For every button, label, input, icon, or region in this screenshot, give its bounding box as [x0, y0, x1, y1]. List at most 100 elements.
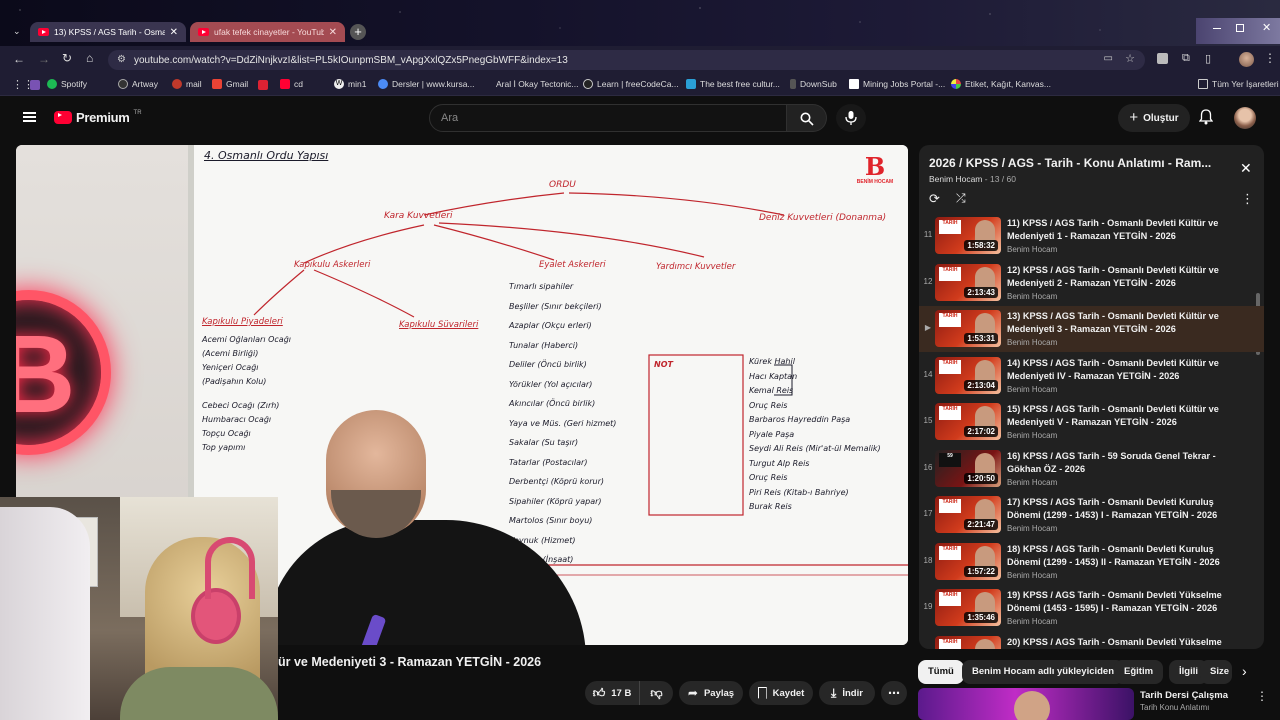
microphone-icon: [845, 111, 857, 125]
search-button[interactable]: [787, 104, 827, 132]
playlist-item[interactable]: 12 TARİH 2:13:43 12) KPSS / AGS Tarih - O…: [919, 260, 1264, 306]
video-thumbnail[interactable]: TARİH 2:21:47: [935, 496, 1001, 533]
board-yardimci: Yardımcı Kuvvetler: [656, 262, 736, 272]
playlist-item[interactable]: 15 TARİH 2:17:02 15) KPSS / AGS Tarih - O…: [919, 399, 1264, 445]
all-bookmarks-folder[interactable]: Tüm Yer İşaretleri: [1198, 79, 1279, 89]
chip-uploader[interactable]: Benim Hocam adlı yükleyiciden: [962, 660, 1125, 684]
bookmark-item[interactable]: cd: [280, 79, 303, 89]
forward-icon[interactable]: →: [38, 52, 50, 66]
hamburger-menu-icon[interactable]: [23, 112, 36, 122]
playlist-item[interactable]: 17 TARİH 2:21:47 17) KPSS / AGS Tarih - O…: [919, 492, 1264, 538]
playlist-more-icon[interactable]: ⋮: [1241, 191, 1254, 207]
profile-avatar[interactable]: [1239, 52, 1254, 67]
share-button[interactable]: ➦ Paylaş: [679, 681, 743, 705]
video-thumbnail[interactable]: TARİH: [935, 635, 1001, 649]
playlist-item[interactable]: 19 TARİH 1:35:46 19) KPSS / AGS Tarih - O…: [919, 585, 1264, 631]
headphones: [195, 592, 237, 640]
loop-icon[interactable]: ⟳: [929, 191, 940, 207]
avatar[interactable]: [1234, 107, 1256, 129]
playlist-item[interactable]: 20 TARİH 20) KPSS / AGS Tarih - Osmanlı …: [919, 632, 1264, 649]
puzzle-icon[interactable]: ⧉: [1182, 52, 1190, 65]
tumblr-icon: [258, 80, 268, 90]
youtube-logo[interactable]: Premium TR: [54, 110, 142, 125]
tab-search-icon[interactable]: ⌄: [13, 27, 23, 36]
chip-all[interactable]: Tümü: [918, 660, 964, 684]
close-icon[interactable]: ✕: [170, 27, 178, 38]
chip-education[interactable]: Eğitim: [1114, 660, 1164, 684]
playlist-item[interactable]: 14 TARİH 2:13:04 14) KPSS / AGS Tarih - O…: [919, 353, 1264, 399]
bookmark-item[interactable]: Gmail: [212, 79, 248, 89]
video-thumbnail[interactable]: TARİH 1:57:22: [935, 542, 1001, 580]
tab-inactive-label: ufak tefek cinayetler - YouTube: [214, 27, 324, 37]
bookmark-item[interactable]: Aral İ Okay Tectonic...: [496, 79, 579, 89]
bookmark-item[interactable]: Artway: [118, 79, 158, 89]
video-thumbnail[interactable]: TARİH 1:53:31: [935, 310, 1001, 347]
video-thumbnail[interactable]: 59 1:20:50: [935, 449, 1001, 487]
playlist-item[interactable]: 11 TARİH 1:58:32 11) KPSS / AGS Tarih - O…: [919, 213, 1264, 259]
tab-inactive[interactable]: ufak tefek cinayetler - YouTube ✕: [190, 22, 345, 42]
install-app-icon[interactable]: ▭: [1104, 53, 1113, 64]
chevron-right-icon[interactable]: ›: [1242, 663, 1247, 679]
board-kara: Kara Kuvvetleri: [384, 211, 453, 221]
notifications-bell-icon[interactable]: [1198, 109, 1214, 125]
plus-icon: +: [1129, 109, 1139, 126]
bookmark-star-icon[interactable]: ☆: [1125, 52, 1135, 65]
chip-for-you[interactable]: Size: [1200, 660, 1232, 684]
neon-b: B: [16, 313, 76, 436]
close-playlist-icon[interactable]: ✕: [1240, 160, 1252, 177]
save-label: Kaydet: [772, 687, 805, 699]
artway-icon: [118, 79, 128, 89]
home-icon[interactable]: ⌂: [86, 51, 93, 65]
reload-icon[interactable]: ↻: [62, 51, 72, 65]
url-field[interactable]: ⚙ youtube.com/watch?v=DdZiNnjkvzI&list=P…: [108, 50, 1145, 70]
search-icon: [800, 112, 814, 126]
like-button[interactable]: 👍︎ 17 B: [585, 681, 639, 705]
recommended-subtitle: Tarih Konu Anlatımı: [1140, 703, 1210, 712]
video-thumbnail[interactable]: TARİH 2:17:02: [935, 403, 1001, 440]
filter-chips: Tümü Benim Hocam adlı yükleyiciden Eğiti…: [918, 660, 1280, 684]
playlist-item[interactable]: 16 59 1:20:50 16) KPSS / AGS Tarih - 59 S…: [919, 446, 1264, 492]
recommended-more-icon[interactable]: ⋮: [1256, 689, 1268, 703]
minimize-icon[interactable]: [1213, 28, 1221, 29]
video-thumbnail[interactable]: TARİH 2:13:04: [935, 356, 1001, 394]
close-window-icon[interactable]: ✕: [1262, 21, 1271, 34]
bookmark-item[interactable]: Mining Jobs Portal -...: [849, 79, 945, 89]
dislike-button[interactable]: 👎︎: [639, 681, 673, 705]
sidebar-icon[interactable]: ▯: [1205, 52, 1211, 65]
voice-search-button[interactable]: [836, 104, 866, 132]
recommended-thumbnail[interactable]: [918, 688, 1134, 720]
bookmark-item[interactable]: The best free cultur...: [686, 79, 780, 89]
tab-active[interactable]: 13) KPSS / AGS Tarih - Osmanlı ✕: [30, 22, 186, 42]
site-info-icon[interactable]: ⚙: [117, 54, 126, 65]
playlist-item-current[interactable]: ▶ TARİH 1:53:31 13) KPSS / AGS Tarih - Os…: [919, 306, 1264, 352]
video-thumbnail[interactable]: TARİH 2:13:43: [935, 263, 1001, 301]
video-thumbnail[interactable]: TARİH 1:35:46: [935, 589, 1001, 626]
video-title: ür ve Medeniyeti 3 - Ramazan YETGİN - 20…: [278, 655, 542, 669]
video-thumbnail[interactable]: TARİH 1:58:32: [935, 217, 1001, 254]
recommended-video[interactable]: Tarih Dersi Çalışma Tarih Konu Anlatımı …: [918, 688, 1280, 720]
bookmark-item[interactable]: Spotify: [47, 79, 87, 89]
back-icon[interactable]: ←: [13, 52, 25, 66]
menu-icon[interactable]: ⋮: [1264, 51, 1276, 65]
shuffle-icon[interactable]: ⤮: [956, 191, 966, 206]
playlist-item[interactable]: 18 TARİH 1:57:22 18) KPSS / AGS Tarih - O…: [919, 539, 1264, 585]
playlist-meta: Benim Hocam - 13 / 60: [929, 174, 1016, 184]
bookmark-item[interactable]: Etiket, Kağıt, Kanvas...: [951, 79, 1051, 89]
search-input[interactable]: Ara: [429, 104, 787, 132]
close-icon[interactable]: ✕: [329, 27, 337, 38]
bookmark-item[interactable]: DownSub: [790, 79, 837, 89]
new-tab-button[interactable]: +: [350, 24, 366, 40]
more-actions-button[interactable]: ⋯: [881, 681, 907, 705]
create-button[interactable]: + Oluştur: [1118, 104, 1190, 132]
recommended-title: Tarih Dersi Çalışma: [1140, 690, 1229, 701]
bookmark-item[interactable]: Dersler | www.kursa...: [378, 79, 475, 89]
save-button[interactable]: Kaydet: [749, 681, 813, 705]
bookmark-item[interactable]: Wmin1: [334, 79, 366, 89]
extension-icon[interactable]: [1157, 53, 1168, 64]
bookmark-item[interactable]: Learn | freeCodeCa...: [583, 79, 679, 89]
restore-icon[interactable]: [1236, 24, 1244, 32]
playlist-title[interactable]: 2026 / KPSS / AGS - Tarih - Konu Anlatım…: [929, 156, 1229, 170]
download-button[interactable]: ⤓ İndir: [819, 681, 875, 705]
playlist-channel[interactable]: Benim Hocam: [929, 174, 982, 184]
bookmark-item[interactable]: mail: [172, 79, 202, 89]
